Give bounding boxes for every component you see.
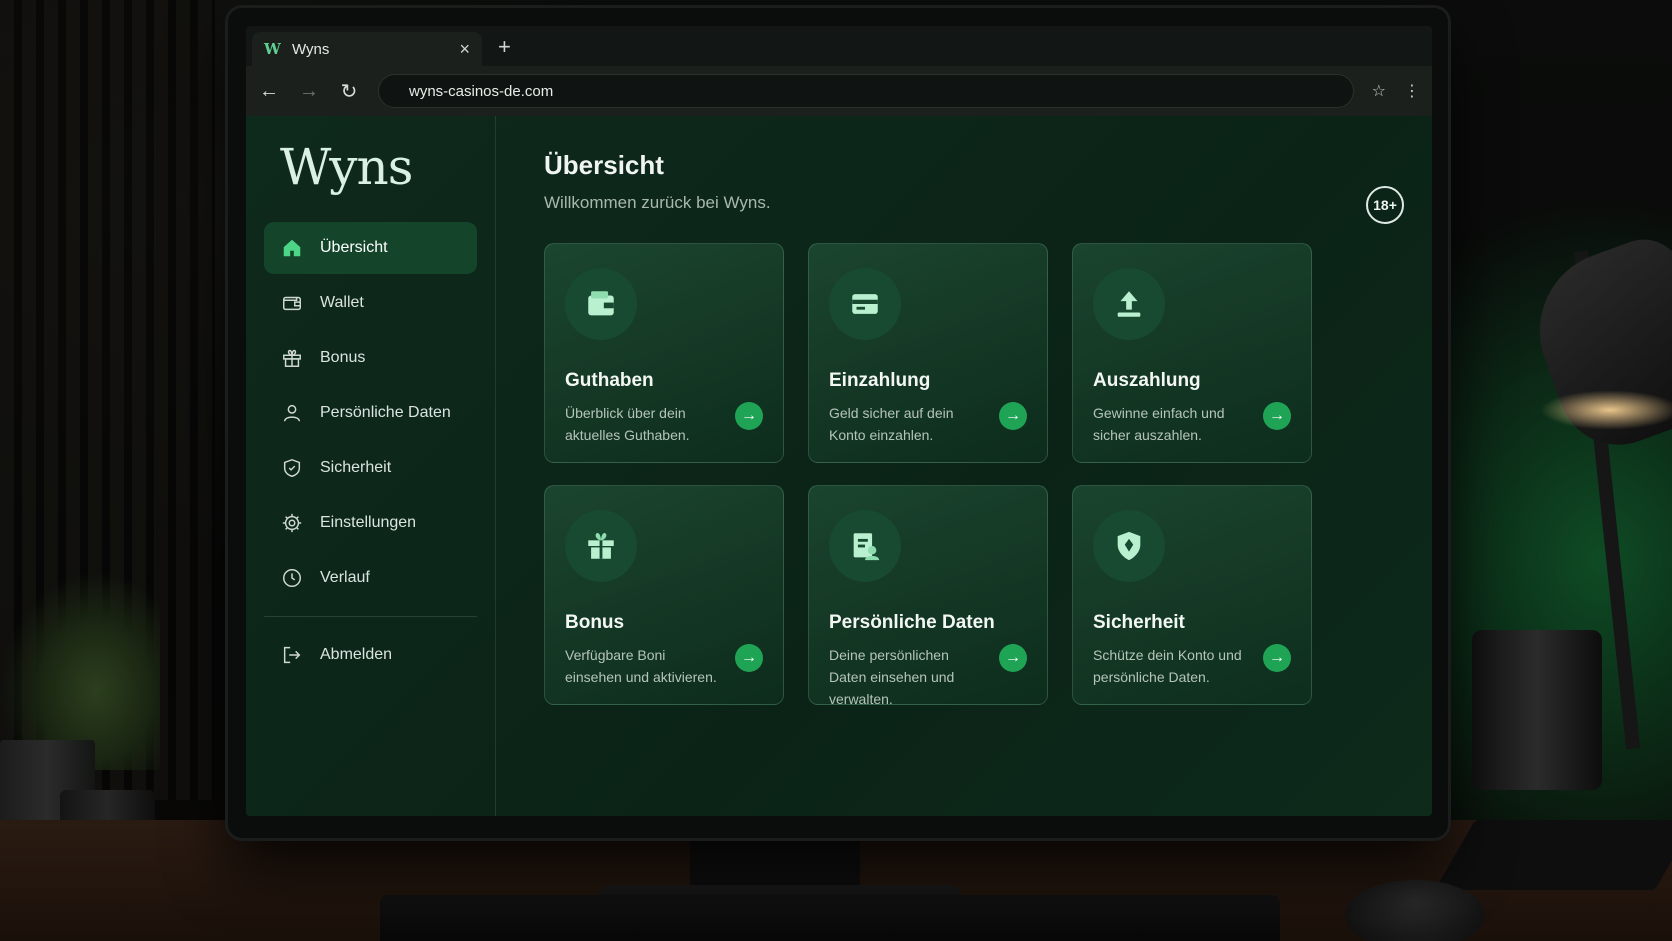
card-sicherheit[interactable]: Sicherheit Schütze dein Konto und persön… bbox=[1072, 485, 1312, 705]
sidebar-item-label: Einstellungen bbox=[320, 514, 417, 531]
card-title: Sicherheit bbox=[1093, 612, 1185, 633]
sidebar-item-label: Persönliche Daten bbox=[320, 404, 451, 421]
sidebar-item-label: Bonus bbox=[320, 349, 366, 366]
page-subtitle: Willkommen zurück bei Wyns. bbox=[544, 193, 771, 212]
clock-icon bbox=[280, 566, 304, 590]
gear-icon bbox=[280, 511, 304, 535]
logout-label: Abmelden bbox=[320, 646, 393, 663]
card-persoenliche-daten[interactable]: Persönliche Daten Deine persönlichen Dat… bbox=[808, 485, 1048, 707]
card-grid: Guthaben Überblick über dein aktuelles G… bbox=[544, 243, 1384, 707]
wallet-icon bbox=[565, 268, 637, 340]
mouse bbox=[1345, 880, 1485, 941]
screen: W Wyns × + ← → ↻ wyns-casinos-de.com ☆ ⋮… bbox=[246, 26, 1432, 816]
home-icon bbox=[280, 236, 304, 260]
arrow-right-icon[interactable]: → bbox=[999, 644, 1027, 672]
card-title: Bonus bbox=[565, 612, 625, 633]
browser-menu-icon[interactable]: ⋮ bbox=[1404, 81, 1420, 101]
sidebar-item-label: Sicherheit bbox=[320, 459, 392, 476]
card-title: Persönliche Daten bbox=[829, 612, 995, 633]
wallet-icon bbox=[280, 291, 304, 315]
reload-button[interactable]: ↻ bbox=[338, 79, 360, 104]
main-content: Übersicht Willkommen zurück bei Wyns. 18… bbox=[496, 116, 1432, 816]
arrow-right-icon[interactable]: → bbox=[735, 402, 763, 430]
tab-title: Wyns bbox=[292, 40, 330, 58]
vase bbox=[1472, 630, 1602, 790]
sidebar-item-label: Verlauf bbox=[320, 569, 370, 586]
lamp-light bbox=[1540, 390, 1672, 430]
url-text: wyns-casinos-de.com bbox=[409, 82, 554, 100]
sidebar-item-wallet[interactable]: Wallet bbox=[264, 277, 477, 329]
app-container: Wyns Übersicht Wallet Bonus Persönliche … bbox=[246, 116, 1432, 816]
card-auszahlung[interactable]: Auszahlung Gewinne einfach und sicher au… bbox=[1072, 243, 1312, 463]
browser-toolbar: ← → ↻ wyns-casinos-de.com ☆ ⋮ bbox=[246, 66, 1432, 116]
card-description: Verfügbare Boni einsehen und aktivieren. bbox=[565, 647, 717, 685]
favicon-icon: W bbox=[264, 40, 281, 58]
page-title: Übersicht bbox=[544, 150, 664, 180]
card-description: Gewinne einfach und sicher auszahlen. bbox=[1093, 405, 1225, 443]
card-bonus[interactable]: Bonus Verfügbare Boni einsehen und aktiv… bbox=[544, 485, 784, 705]
upload-icon bbox=[1093, 268, 1165, 340]
card-description: Schütze dein Konto und persönliche Daten… bbox=[1093, 647, 1242, 685]
sidebar-item-label: Übersicht bbox=[320, 239, 388, 256]
browser-tab[interactable]: W Wyns × bbox=[252, 32, 482, 66]
arrow-right-icon[interactable]: → bbox=[735, 644, 763, 672]
logout-icon bbox=[280, 643, 304, 667]
card-einzahlung[interactable]: Einzahlung Geld sicher auf dein Konto ei… bbox=[808, 243, 1048, 463]
sidebar-item-einstellungen[interactable]: Einstellungen bbox=[264, 497, 477, 549]
card-description: Deine persönlichen Daten einsehen und ve… bbox=[829, 647, 955, 707]
notebook bbox=[1434, 820, 1672, 890]
close-icon[interactable]: × bbox=[459, 39, 470, 60]
sidebar-divider bbox=[264, 616, 477, 617]
address-bar[interactable]: wyns-casinos-de.com bbox=[378, 74, 1354, 108]
sidebar-item-verlauf[interactable]: Verlauf bbox=[264, 552, 477, 604]
arrow-right-icon[interactable]: → bbox=[1263, 644, 1291, 672]
sidebar-item-label: Wallet bbox=[320, 294, 364, 311]
arrow-right-icon[interactable]: → bbox=[999, 402, 1027, 430]
profile-doc-icon bbox=[829, 510, 901, 582]
new-tab-button[interactable]: + bbox=[498, 34, 511, 60]
sidebar-item-uebersicht[interactable]: Übersicht bbox=[264, 222, 477, 274]
card-title: Guthaben bbox=[565, 370, 654, 391]
sidebar-item-persoenliche-daten[interactable]: Persönliche Daten bbox=[264, 387, 477, 439]
user-icon bbox=[280, 401, 304, 425]
back-button[interactable]: ← bbox=[258, 80, 280, 103]
card-description: Geld sicher auf dein Konto einzahlen. bbox=[829, 405, 954, 443]
forward-button[interactable]: → bbox=[298, 80, 320, 103]
sidebar-item-bonus[interactable]: Bonus bbox=[264, 332, 477, 384]
shield-icon bbox=[1093, 510, 1165, 582]
arrow-right-icon[interactable]: → bbox=[1263, 402, 1291, 430]
card-title: Auszahlung bbox=[1093, 370, 1201, 391]
bookmark-star-icon[interactable]: ☆ bbox=[1372, 81, 1386, 101]
card-title: Einzahlung bbox=[829, 370, 931, 391]
age-restriction-badge: 18+ bbox=[1366, 186, 1404, 224]
shield-icon bbox=[280, 456, 304, 480]
card-guthaben[interactable]: Guthaben Überblick über dein aktuelles G… bbox=[544, 243, 784, 463]
monitor: W Wyns × + ← → ↻ wyns-casinos-de.com ☆ ⋮… bbox=[228, 8, 1448, 838]
browser-tabbar: W Wyns × + bbox=[246, 26, 1432, 66]
gift-icon bbox=[565, 510, 637, 582]
sidebar: Wyns Übersicht Wallet Bonus Persönliche … bbox=[246, 116, 496, 816]
gift-icon bbox=[280, 346, 304, 370]
keyboard bbox=[380, 895, 1280, 941]
logout-button[interactable]: Abmelden bbox=[264, 629, 477, 681]
card-icon bbox=[829, 268, 901, 340]
logo: Wyns bbox=[280, 138, 413, 196]
sidebar-item-sicherheit[interactable]: Sicherheit bbox=[264, 442, 477, 494]
card-description: Überblick über dein aktuelles Guthaben. bbox=[565, 405, 690, 443]
